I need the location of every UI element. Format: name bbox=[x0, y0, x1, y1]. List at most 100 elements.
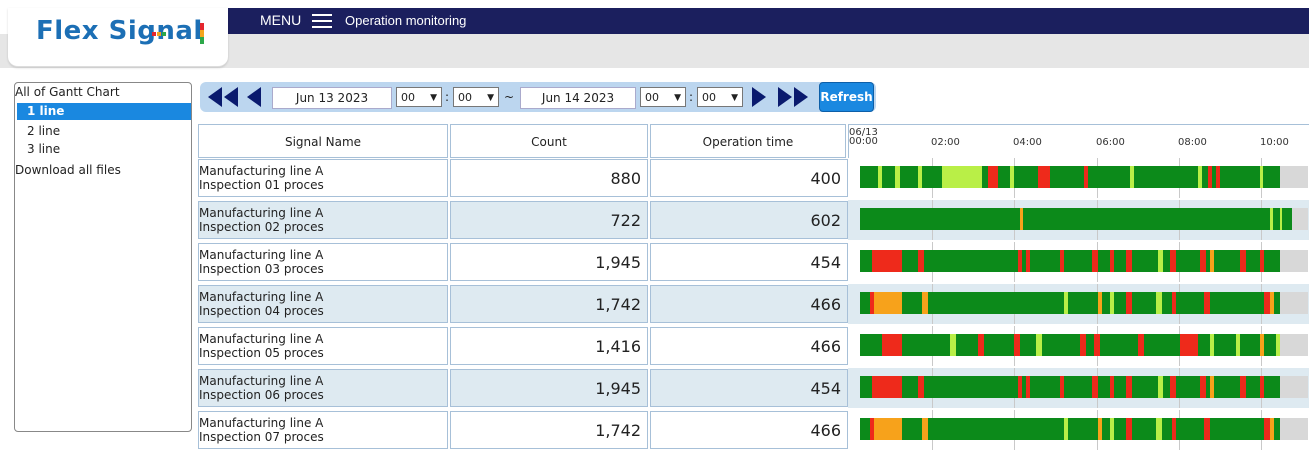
signal-process-label: Inspection 02 proces bbox=[199, 220, 324, 234]
gantt-timeline[interactable] bbox=[848, 284, 1309, 324]
gantt-segment-running bbox=[1214, 334, 1236, 356]
end-date-input[interactable]: Jun 14 2023 bbox=[520, 87, 636, 109]
count-cell: 1,945 bbox=[450, 369, 648, 407]
gantt-segment-running bbox=[1264, 334, 1276, 356]
gantt-segment-running bbox=[1114, 418, 1126, 440]
signal-name-cell: Manufacturing line A Inspection 05 proces bbox=[198, 327, 448, 365]
logo-text: Flex Signal bbox=[36, 16, 203, 46]
signal-process-label: Inspection 06 proces bbox=[199, 388, 324, 402]
hamburger-icon[interactable] bbox=[312, 14, 332, 28]
start-date-input[interactable]: Jun 13 2023 bbox=[272, 87, 392, 109]
gantt-bar bbox=[860, 208, 1308, 230]
gantt-bar bbox=[860, 166, 1308, 188]
logo-dots bbox=[152, 13, 168, 36]
start-minute-value: 00 bbox=[458, 91, 472, 104]
gantt-segment-running bbox=[1102, 418, 1110, 440]
start-hour-select[interactable]: 00 ▼ bbox=[396, 87, 442, 107]
gantt-timeline[interactable] bbox=[848, 368, 1309, 408]
time-colon: : bbox=[445, 90, 450, 104]
table-row[interactable]: Manufacturing line A Inspection 03 proces… bbox=[198, 242, 1309, 282]
gantt-segment-running bbox=[1163, 376, 1170, 398]
sidebar-item-2-line[interactable]: 2 line bbox=[17, 123, 191, 140]
gantt-timeline[interactable] bbox=[848, 200, 1309, 240]
double-right-arrow-icon[interactable] bbox=[776, 85, 810, 109]
signal-name-cell: Manufacturing line A Inspection 06 proces bbox=[198, 369, 448, 407]
gantt-segment-running bbox=[1144, 334, 1180, 356]
count-cell: 1,416 bbox=[450, 327, 648, 365]
double-left-arrow-icon[interactable] bbox=[206, 85, 240, 109]
operation-time-cell: 454 bbox=[650, 243, 848, 281]
signal-name-cell: Manufacturing line A Inspection 07 proces bbox=[198, 411, 448, 449]
end-minute-select[interactable]: 00 ▼ bbox=[697, 87, 743, 107]
table-row[interactable]: Manufacturing line A Inspection 01 proces… bbox=[198, 158, 1309, 198]
gantt-segment-running bbox=[1162, 292, 1172, 314]
time-colon: : bbox=[689, 90, 694, 104]
gantt-segment-none bbox=[1292, 208, 1308, 230]
header-count[interactable]: Count bbox=[450, 124, 648, 158]
gantt-segment-running bbox=[1114, 292, 1126, 314]
header-signal-name[interactable]: Signal Name bbox=[198, 124, 448, 158]
gantt-timeline[interactable] bbox=[848, 158, 1309, 198]
gantt-segment-running bbox=[882, 166, 895, 188]
tick-label: 02:00 bbox=[931, 137, 960, 148]
logo-signal-bars bbox=[200, 23, 204, 45]
gantt-segment-running bbox=[1014, 166, 1038, 188]
gantt-bar bbox=[860, 334, 1308, 356]
gantt-segment-running bbox=[860, 166, 878, 188]
logo-box[interactable]: Flex Signal bbox=[8, 8, 228, 67]
app-logo: Flex Signal bbox=[36, 13, 204, 46]
sidebar-title[interactable]: All of Gantt Chart bbox=[15, 85, 120, 99]
gantt-timeline[interactable] bbox=[848, 242, 1309, 282]
right-arrow-icon[interactable] bbox=[749, 85, 769, 109]
sidebar-item-1-line[interactable]: 1 line bbox=[17, 103, 191, 120]
download-all-link[interactable]: Download all files bbox=[15, 163, 121, 177]
header-operation-time[interactable]: Operation time bbox=[650, 124, 846, 158]
operation-time-cell: 466 bbox=[650, 285, 848, 323]
table-row[interactable]: Manufacturing line A Inspection 07 proces… bbox=[198, 410, 1309, 450]
start-hour-value: 00 bbox=[401, 91, 415, 104]
end-hour-value: 00 bbox=[645, 91, 659, 104]
gantt-segment-running bbox=[924, 376, 1018, 398]
end-hour-select[interactable]: 00 ▼ bbox=[640, 87, 686, 107]
gantt-segment-running bbox=[1030, 250, 1060, 272]
table-row[interactable]: Manufacturing line A Inspection 02 proces… bbox=[198, 200, 1309, 240]
gantt-segment-running bbox=[1064, 250, 1092, 272]
gantt-segment-running bbox=[902, 334, 950, 356]
table-row[interactable]: Manufacturing line A Inspection 05 proces… bbox=[198, 326, 1309, 366]
gantt-segment-running bbox=[1030, 376, 1060, 398]
signal-name-cell: Manufacturing line A Inspection 04 proces bbox=[198, 285, 448, 323]
left-arrow-icon[interactable] bbox=[244, 85, 264, 109]
signal-name-cell: Manufacturing line A Inspection 02 proces bbox=[198, 201, 448, 239]
gantt-segment-running bbox=[998, 166, 1010, 188]
gantt-segment-running bbox=[1214, 250, 1240, 272]
gantt-segment-running bbox=[1132, 376, 1158, 398]
menu-button[interactable]: MENU bbox=[260, 12, 301, 28]
gantt-bar bbox=[860, 418, 1308, 440]
gantt-segment-running bbox=[1134, 166, 1198, 188]
sidebar-item-3-line[interactable]: 3 line bbox=[17, 141, 191, 158]
table-row[interactable]: Manufacturing line A Inspection 06 proces… bbox=[198, 368, 1309, 408]
gantt-timeline[interactable] bbox=[848, 410, 1309, 450]
gantt-segment-running bbox=[1132, 250, 1158, 272]
gantt-segment-running bbox=[1264, 376, 1280, 398]
gantt-segment-running bbox=[1273, 208, 1280, 230]
chevron-down-icon: ▼ bbox=[731, 93, 738, 103]
count-cell: 1,742 bbox=[450, 411, 648, 449]
date-range-toolbar: Jun 13 2023 00 ▼ : 00 ▼ ~ Jun 14 2023 00 ▼ … bbox=[200, 82, 876, 112]
gantt-segment-running bbox=[928, 292, 1064, 314]
gantt-segment-running bbox=[1064, 376, 1092, 398]
gantt-timeline[interactable] bbox=[848, 326, 1309, 366]
signal-line-label: Manufacturing line A bbox=[199, 164, 324, 178]
gantt-segment-running bbox=[1214, 376, 1240, 398]
gantt-segment-running bbox=[1163, 250, 1170, 272]
table-row[interactable]: Manufacturing line A Inspection 04 proces… bbox=[198, 284, 1309, 324]
gantt-segment-running bbox=[956, 334, 978, 356]
gantt-segment-running bbox=[860, 418, 870, 440]
operation-time-cell: 400 bbox=[650, 159, 848, 197]
refresh-button[interactable]: Refresh bbox=[819, 82, 874, 112]
sidebar: All of Gantt Chart 1 line 2 line 3 line … bbox=[14, 82, 192, 432]
count-cell: 880 bbox=[450, 159, 648, 197]
signal-process-label: Inspection 07 proces bbox=[199, 430, 324, 444]
start-minute-select[interactable]: 00 ▼ bbox=[453, 87, 499, 107]
gantt-bar bbox=[860, 292, 1308, 314]
